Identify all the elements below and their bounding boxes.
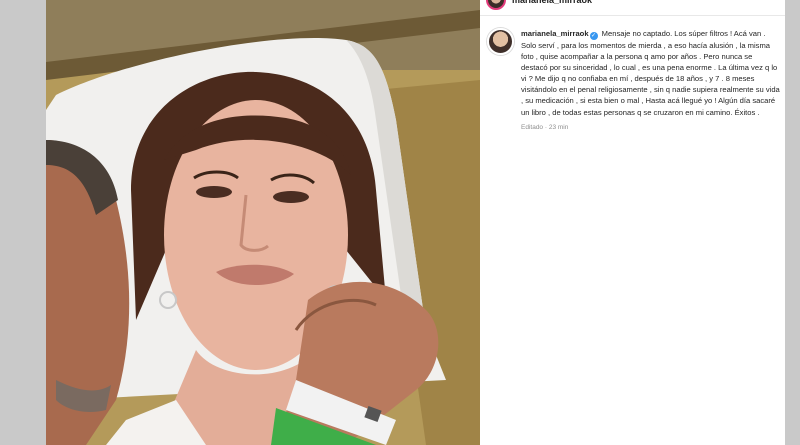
avatar[interactable] xyxy=(486,0,506,10)
post-modal: marianela_mirraok marianela_mirraok ✓ Men… xyxy=(46,0,785,445)
caption-text: Mensaje no captado. Los súper filtros ! … xyxy=(521,29,780,117)
post-photo[interactable] xyxy=(46,0,480,445)
caption-comment: marianela_mirraok ✓ Mensaje no captado. L… xyxy=(487,28,781,131)
post-header-partial[interactable]: marianela_mirraok xyxy=(486,0,592,10)
overlay-dim-right xyxy=(785,0,800,445)
caption-body: marianela_mirraok ✓ Mensaje no captado. L… xyxy=(521,28,781,131)
time-ago[interactable]: 23 min xyxy=(549,124,569,131)
photo-illustration xyxy=(46,0,480,445)
header-divider xyxy=(480,15,785,16)
caption-avatar[interactable] xyxy=(487,28,514,55)
caption-username[interactable]: marianela_mirraok xyxy=(521,29,589,38)
meta-separator: · xyxy=(544,123,548,131)
caption-meta: Editado · 23 min xyxy=(521,124,781,131)
caption-text-block: marianela_mirraok ✓ Mensaje no captado. L… xyxy=(521,28,781,118)
verified-badge-icon: ✓ xyxy=(589,32,598,40)
edited-label: Editado xyxy=(521,123,544,131)
overlay-dim-left xyxy=(0,0,46,445)
header-username[interactable]: marianela_mirraok xyxy=(512,0,592,5)
